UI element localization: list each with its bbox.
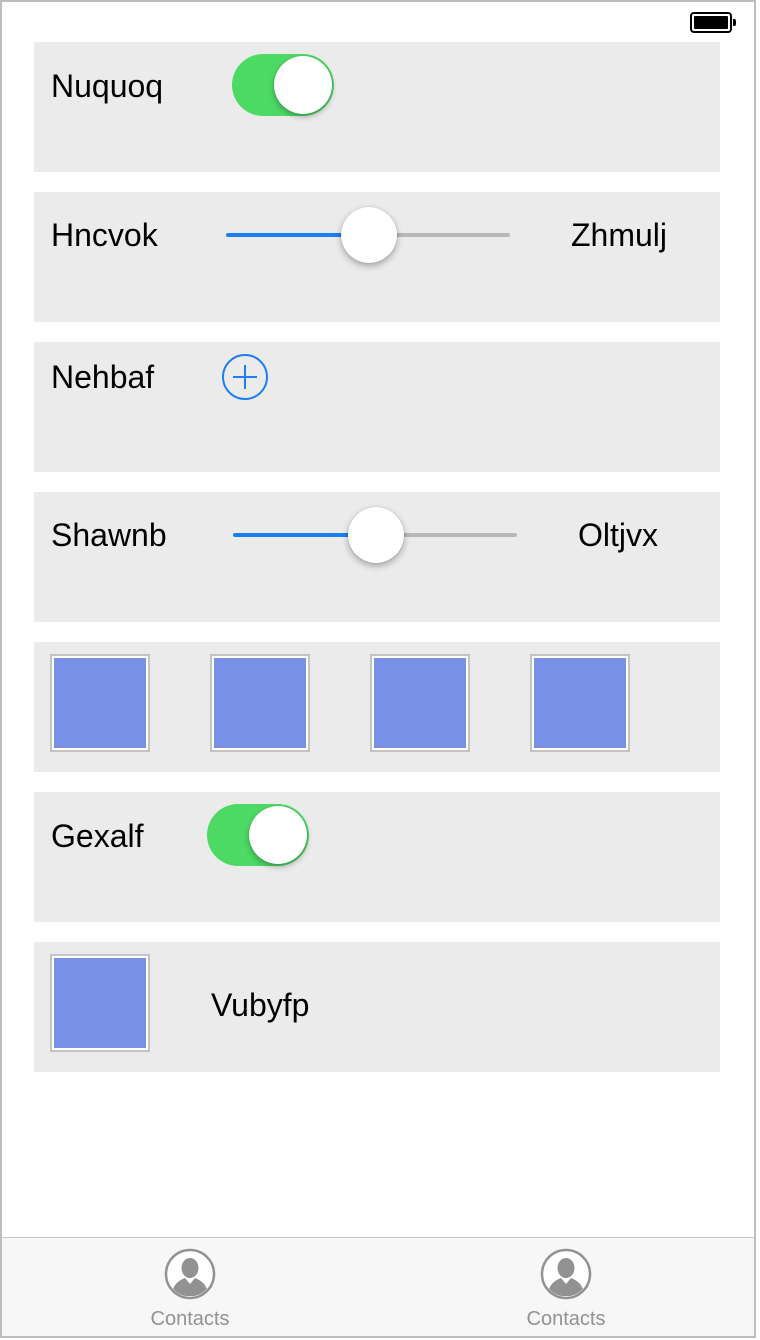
row-hncvok: Hncvok Zhmulj — [34, 192, 720, 322]
slider-trailing-label: Oltjvx — [578, 517, 658, 553]
slider-thumb[interactable] — [348, 507, 404, 563]
slider-thumb[interactable] — [341, 207, 397, 263]
slider-trailing-label: Zhmulj — [571, 217, 668, 253]
row-label: Nehbaf — [51, 359, 155, 395]
battery-icon — [690, 12, 736, 33]
row-nehbaf: Nehbaf — [34, 342, 720, 472]
slider[interactable] — [233, 504, 517, 564]
row-label: Shawnb — [51, 517, 167, 553]
tab-label: Contacts — [526, 1308, 606, 1330]
toggle-knob — [274, 56, 332, 114]
row-gexalf: Gexalf — [34, 792, 720, 922]
image-placeholder — [370, 654, 470, 752]
row-nuquoq: Nuquoq — [34, 42, 720, 172]
image-placeholder — [530, 654, 630, 752]
tab-contacts[interactable]: Contacts — [378, 1238, 754, 1337]
tab-label: Contacts — [150, 1308, 230, 1330]
row-label: Hncvok — [51, 217, 158, 253]
add-circle-icon — [233, 365, 257, 389]
contact-icon — [540, 1248, 592, 1300]
add-button[interactable] — [222, 354, 268, 400]
row-label: Gexalf — [51, 818, 144, 854]
image-placeholder — [210, 654, 310, 752]
image-placeholder — [50, 654, 150, 752]
toggle-switch[interactable] — [232, 54, 334, 116]
row-image-strip — [34, 642, 720, 772]
tab-bar: Contacts Contacts — [2, 1237, 754, 1336]
tab-contacts[interactable]: Contacts — [2, 1238, 378, 1337]
toggle-knob — [249, 806, 307, 864]
toggle-switch[interactable] — [207, 804, 309, 866]
image-placeholder — [50, 954, 150, 1052]
row-shawnb: Shawnb Oltjvx — [34, 492, 720, 622]
slider[interactable] — [226, 204, 510, 264]
row-label: Vubyfp — [211, 987, 310, 1023]
contact-icon — [164, 1248, 216, 1300]
row-label: Nuquoq — [51, 68, 164, 104]
row-vubyfp: Vubyfp — [34, 942, 720, 1072]
